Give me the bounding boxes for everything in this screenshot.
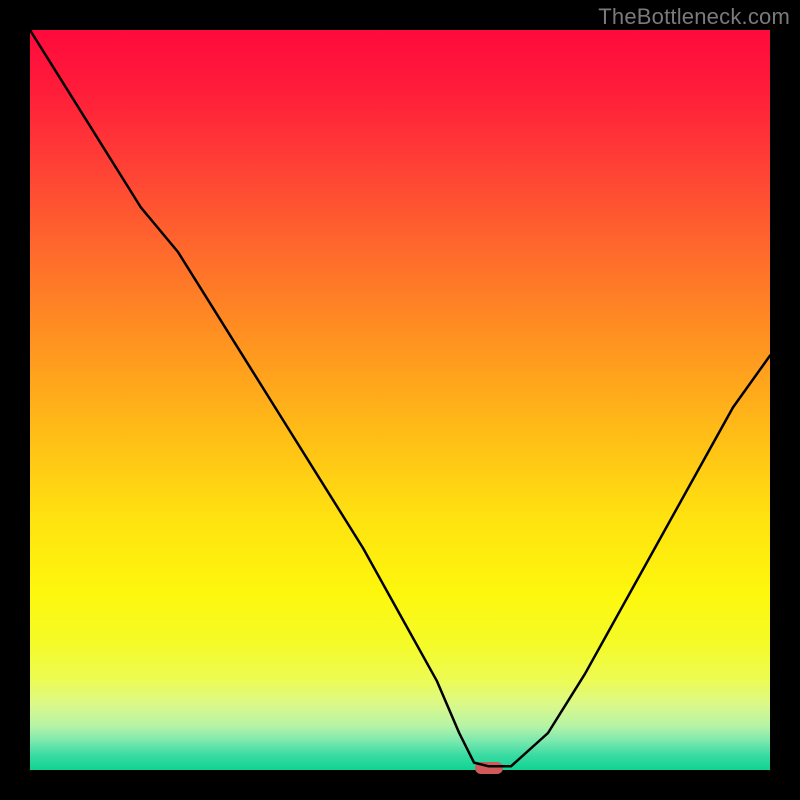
bottleneck-curve-line <box>30 30 770 770</box>
chart-frame: TheBottleneck.com <box>0 0 800 800</box>
watermark-text: TheBottleneck.com <box>598 4 790 30</box>
plot-area <box>30 30 770 770</box>
